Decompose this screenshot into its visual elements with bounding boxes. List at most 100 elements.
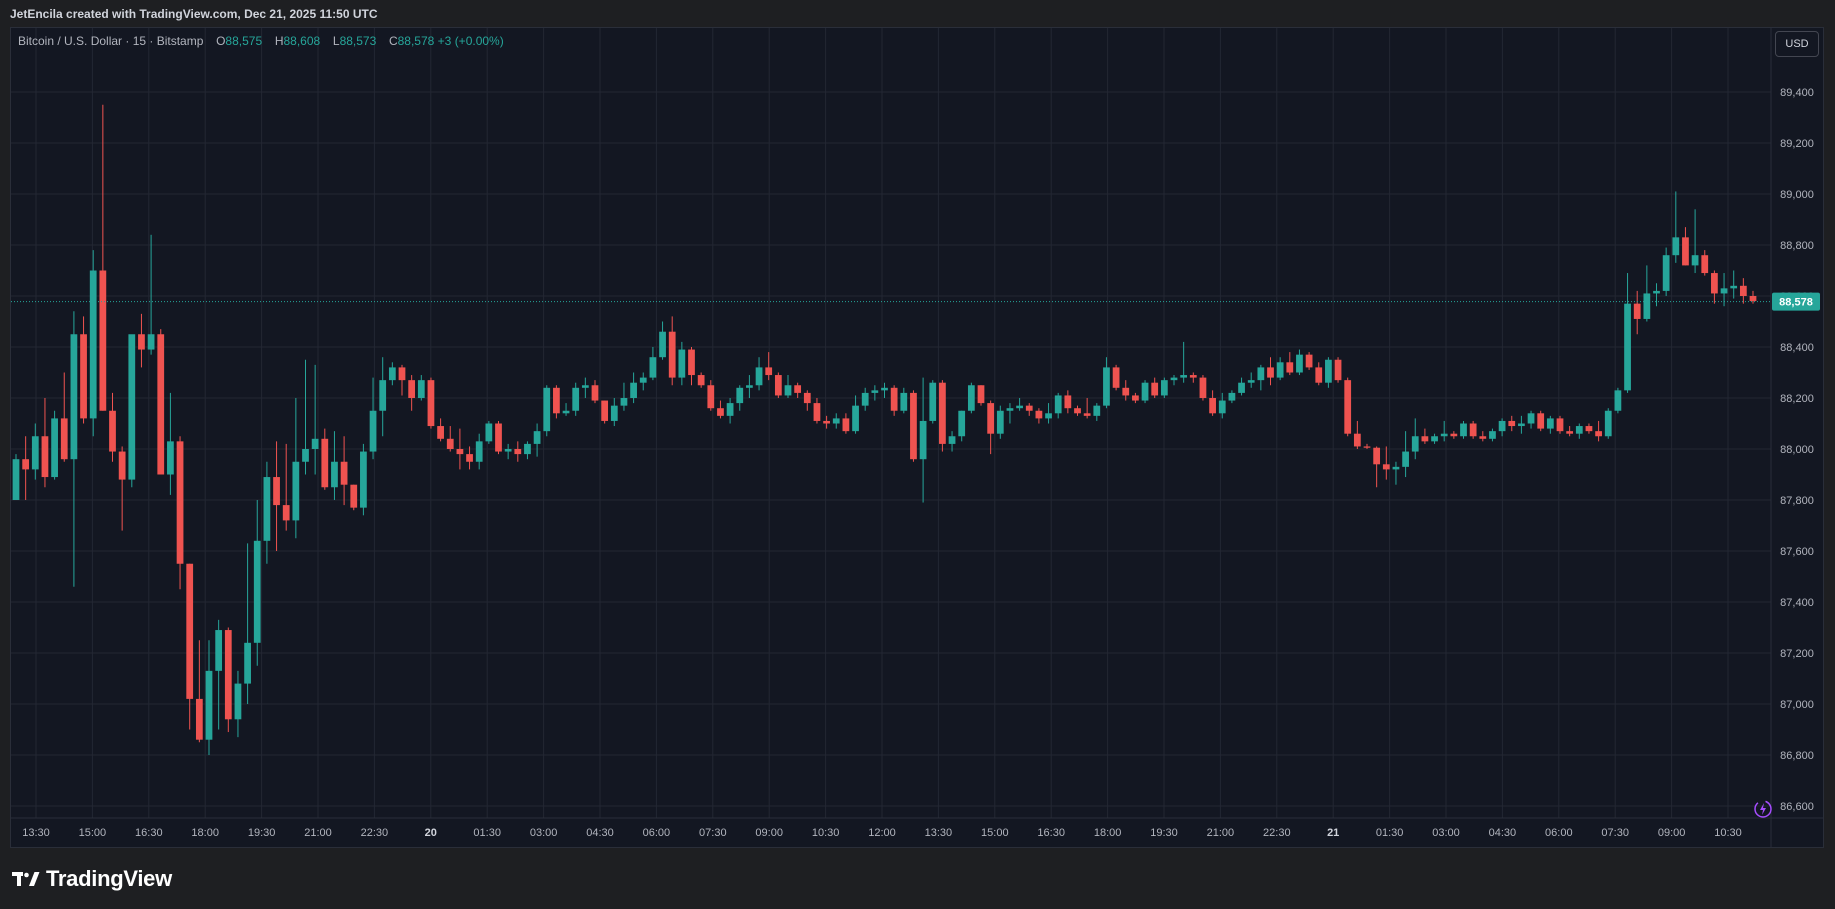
- currency-button[interactable]: USD: [1775, 31, 1819, 57]
- candle-body: [1546, 418, 1554, 429]
- candle-body: [1045, 413, 1052, 419]
- candle-body: [167, 441, 174, 475]
- candle-body: [929, 382, 937, 421]
- candle-body: [784, 385, 792, 396]
- time-tick-label: 09:00: [1658, 827, 1686, 839]
- time-tick-label: 21: [1327, 827, 1339, 839]
- candle-body: [302, 449, 309, 462]
- candle-body: [1643, 293, 1651, 319]
- candle-body: [1054, 395, 1062, 414]
- candle-body: [996, 410, 1004, 434]
- candle-body: [1720, 288, 1728, 294]
- candle-body: [1595, 431, 1602, 437]
- time-tick-label: 20: [425, 827, 437, 839]
- price-tick-label: 86,600: [1780, 801, 1814, 813]
- time-tick-label: 07:30: [699, 827, 727, 839]
- candle-body: [967, 385, 975, 411]
- time-tick-label: 03:00: [1432, 827, 1460, 839]
- candle-body: [109, 410, 116, 452]
- candle-body: [1160, 380, 1168, 396]
- candle-body: [1691, 255, 1699, 266]
- high-value: 88,608: [283, 34, 321, 48]
- candle: [1614, 387, 1622, 414]
- candle-body: [1633, 303, 1641, 319]
- candle: [1469, 420, 1477, 439]
- candle-body: [1624, 303, 1631, 391]
- candle-body: [379, 380, 387, 411]
- candle-body: [1498, 420, 1506, 432]
- candle: [1305, 352, 1313, 370]
- candle-body: [1402, 451, 1409, 467]
- candle-body: [1363, 446, 1371, 448]
- candle-body: [1739, 285, 1747, 296]
- candle-body: [1604, 410, 1612, 437]
- candle-body: [195, 698, 203, 740]
- candle-body: [726, 403, 734, 416]
- candle-body: [369, 410, 377, 452]
- candle-body: [1585, 426, 1593, 432]
- candle-body: [1209, 398, 1216, 414]
- low-label: L: [332, 34, 340, 48]
- candle: [495, 420, 502, 455]
- candle-body: [1566, 431, 1574, 434]
- price-tick-label: 87,600: [1780, 546, 1814, 558]
- candle-body: [553, 387, 560, 414]
- candle-body: [1093, 405, 1101, 416]
- lightning-icon[interactable]: [1752, 798, 1774, 820]
- time-tick-label: 10:30: [812, 827, 840, 839]
- candle: [51, 410, 58, 480]
- close-value: 88,578: [397, 34, 435, 48]
- candle-body: [1518, 423, 1525, 427]
- candle: [12, 454, 20, 500]
- candle-body: [147, 334, 155, 350]
- time-tick-label: 15:00: [981, 827, 1009, 839]
- time-tick-label: 19:30: [1150, 827, 1178, 839]
- candle-body: [823, 420, 830, 424]
- candle-body: [910, 392, 917, 460]
- ohlc-legend: Bitcoin / U.S. Dollar · 15 · Bitstamp O8…: [18, 34, 504, 48]
- candle-body: [1672, 237, 1680, 256]
- candle-body: [1247, 380, 1255, 383]
- candle-body: [591, 385, 599, 401]
- time-tick-label: 18:00: [191, 827, 219, 839]
- price-tick-label: 88,400: [1780, 342, 1814, 354]
- time-tick-label: 16:30: [1037, 827, 1065, 839]
- candle-body: [919, 420, 927, 460]
- candle: [157, 329, 165, 475]
- candle-body: [1450, 433, 1458, 437]
- candle-body: [1112, 367, 1120, 388]
- candle-body: [1556, 418, 1564, 432]
- candle-body: [1334, 359, 1342, 381]
- candle-body: [118, 451, 126, 480]
- candle-body: [890, 387, 898, 411]
- candle-body: [1035, 410, 1043, 419]
- time-axis: 13:30 15:00 16:30 18:00 19:30 21:00 22:30 20 01:…: [22, 827, 1742, 839]
- candle: [360, 443, 367, 516]
- candle: [967, 382, 975, 414]
- candle-body: [668, 331, 676, 378]
- price-tick-label: 89,200: [1780, 138, 1814, 150]
- candle-body: [1460, 423, 1467, 437]
- candle-body: [871, 390, 879, 393]
- time-tick-label: 21:00: [304, 827, 332, 839]
- candle-body: [861, 392, 869, 406]
- time-tick-label: 19:30: [248, 827, 276, 839]
- candle-body: [408, 380, 416, 398]
- candle-body: [977, 385, 985, 404]
- candle-body: [311, 438, 319, 449]
- candle-body: [1421, 436, 1429, 442]
- time-tick-label: 21:00: [1207, 827, 1235, 839]
- time-tick-label: 04:30: [586, 827, 614, 839]
- close-label: C: [388, 34, 398, 48]
- price-chart[interactable]: 86,600 86,800 87,000 87,200 87,400 87,600 87,8…: [0, 0, 1835, 909]
- candle-body: [1016, 405, 1023, 409]
- candle-body: [263, 477, 271, 541]
- candle-body: [215, 630, 223, 671]
- price-tick-label: 87,200: [1780, 648, 1814, 660]
- candle-body: [186, 563, 194, 699]
- candle-body: [1305, 354, 1313, 368]
- candle-body: [340, 461, 348, 485]
- candle-body: [282, 505, 290, 521]
- candle: [939, 380, 946, 452]
- time-tick-label: 01:30: [1376, 827, 1404, 839]
